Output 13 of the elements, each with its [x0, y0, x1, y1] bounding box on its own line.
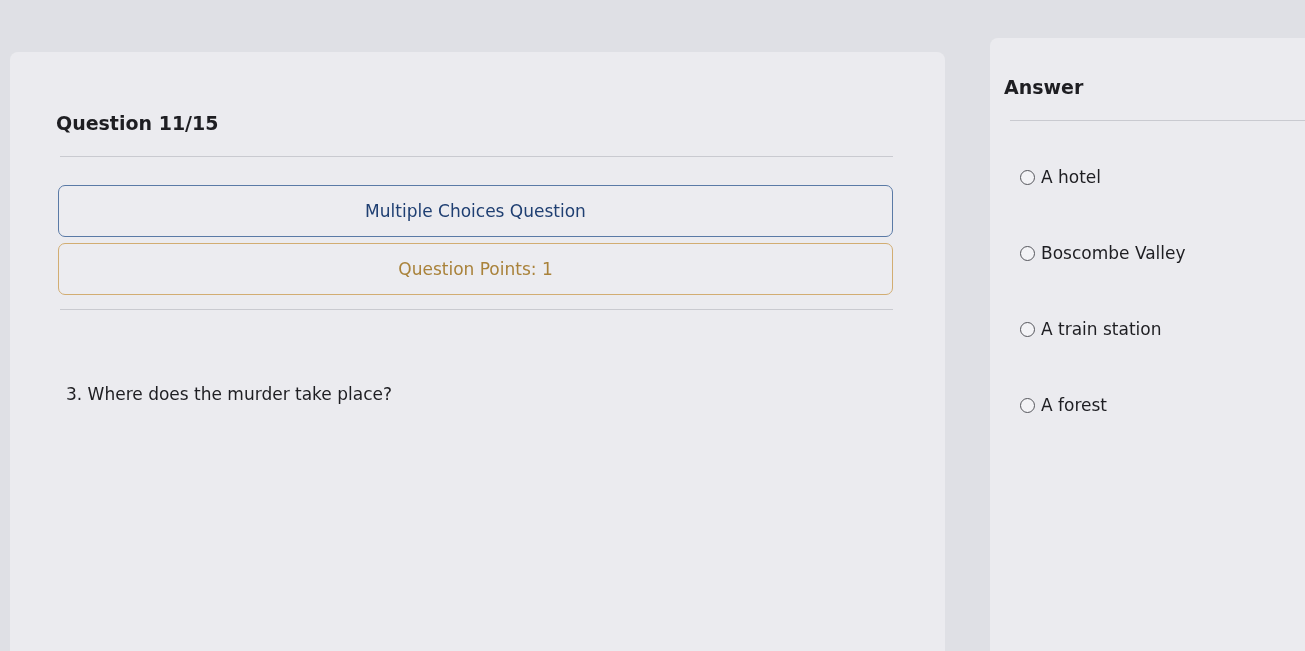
- radio-button[interactable]: [1020, 169, 1035, 185]
- question-number: Question 11/15: [56, 111, 220, 136]
- question-points-box: Question Points: 1: [58, 243, 893, 295]
- radio-button[interactable]: [1020, 397, 1035, 413]
- question-text: 3. Where does the murder take place?: [66, 383, 393, 406]
- option-label[interactable]: A forest: [1041, 395, 1108, 415]
- option-label[interactable]: A train station: [1041, 319, 1162, 339]
- question-type-box: Multiple Choices Question: [58, 185, 893, 237]
- radio-button[interactable]: [1020, 321, 1035, 337]
- option-label[interactable]: A hotel: [1041, 167, 1102, 187]
- radio-button[interactable]: [1020, 245, 1035, 261]
- option-label[interactable]: Boscombe Valley: [1041, 243, 1186, 263]
- answer-heading: Answer: [1004, 75, 1085, 100]
